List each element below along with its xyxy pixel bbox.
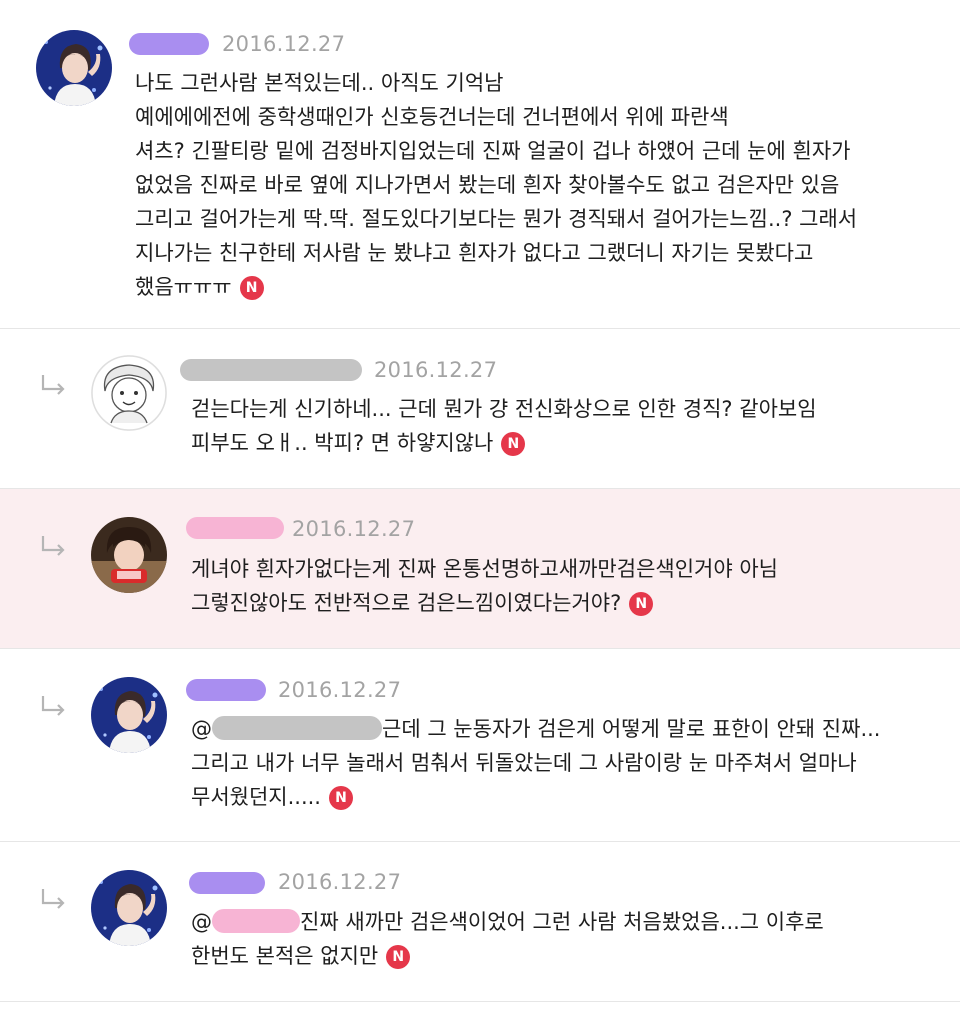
reply-item: 2016.12.27 @ 진짜 새까만 검은색이었어 그런 사람 처음봤었음...… (0, 842, 960, 1002)
reply-arrow-icon (40, 535, 68, 557)
new-badge-icon: N (328, 786, 353, 810)
reply-item: 2016.12.27 걷는다는게 신기하네... 근데 뭔가 걍 전신화상으로 … (0, 329, 960, 489)
comment-date: 2016.12.27 (374, 358, 498, 382)
reply-arrow-icon (40, 888, 68, 910)
avatar[interactable] (36, 30, 112, 106)
comment-line-last: 피부도 오ㅐ.. 박피? 면 하얗지않나 N (191, 426, 817, 460)
comment-line-last: 한번도 본적은 없지만 N (191, 939, 824, 973)
comment-date: 2016.12.27 (222, 32, 346, 56)
comment-line-text: 근데 그 눈동자가 검은게 어떻게 말로 표한이 안돼 진짜... (382, 717, 881, 741)
reply-item-highlighted: 2016.12.27 게녀야 흰자가없다는게 진짜 온통선명하고새까만검은색인거… (0, 489, 960, 649)
comment-item: 2016.12.27 나도 그런사람 본적있는데.. 아직도 기억남 예에에에전… (0, 0, 960, 329)
comment-body: 걷는다는게 신기하네... 근데 뭔가 걍 전신화상으로 인한 경직? 같아보임… (191, 392, 817, 460)
mention-redacted[interactable] (212, 909, 300, 933)
mention-redacted[interactable] (212, 716, 382, 740)
reply-arrow-icon (40, 695, 68, 717)
username-redacted[interactable] (186, 517, 284, 539)
comment-line-last: 했음ㅠㅠㅠ N (135, 270, 857, 304)
comment-body: 나도 그런사람 본적있는데.. 아직도 기억남 예에에에전에 중학생때인가 신호… (135, 66, 857, 304)
avatar[interactable] (91, 870, 167, 946)
reply-arrow-icon (40, 374, 68, 396)
comment-date: 2016.12.27 (278, 678, 402, 702)
mention-prefix: @ (191, 910, 212, 934)
mention-prefix: @ (191, 717, 212, 741)
comment-date: 2016.12.27 (292, 517, 416, 541)
comment-line: 그리고 내가 너무 놀래서 멈춰서 뒤돌았는데 그 사람이랑 눈 마주쳐서 얼마… (191, 751, 857, 775)
username-redacted[interactable] (189, 872, 265, 894)
comment-line-text: 무서웠던지..... (191, 785, 321, 809)
avatar[interactable] (91, 677, 167, 753)
comment-line: 지나가는 친구한테 저사람 눈 봤냐고 흰자가 없다고 그랬더니 자기는 못봤다… (135, 241, 814, 265)
comment-line-text: 피부도 오ㅐ.. 박피? 면 하얗지않나 (191, 431, 494, 455)
username-redacted[interactable] (129, 33, 209, 55)
username-redacted[interactable] (186, 679, 266, 701)
comment-line: 없었음 진짜로 바로 옆에 지나가면서 봤는데 흰자 찾아볼수도 없고 검은자만… (135, 173, 840, 197)
comment-line-with-mention: @ 진짜 새까만 검은색이었어 그런 사람 처음봤었음...그 이후로 (191, 905, 824, 939)
avatar[interactable] (91, 355, 167, 431)
comment-line: 게녀야 흰자가없다는게 진짜 온통선명하고새까만검은색인거야 아님 (191, 557, 778, 581)
comment-line: 나도 그런사람 본적있는데.. 아직도 기억남 (135, 71, 504, 95)
comment-line: 예에에에전에 중학생때인가 신호등건너는데 건너편에서 위에 파란색 (135, 105, 729, 129)
username-redacted[interactable] (180, 359, 362, 381)
comment-body: @ 진짜 새까만 검은색이었어 그런 사람 처음봤었음...그 이후로 한번도 본… (191, 905, 824, 973)
new-badge-icon: N (629, 592, 654, 616)
comment-body: 게녀야 흰자가없다는게 진짜 온통선명하고새까만검은색인거야 아님 그렇진않아도… (191, 552, 778, 620)
comment-line-last: 무서웠던지..... N (191, 780, 880, 814)
comment-line-text: 했음ㅠㅠㅠ (135, 275, 232, 299)
comment-line-text: 그렇진않아도 전반적으로 검은느낌이였다는거야? (191, 591, 622, 615)
comment-line: 그리고 걸어가는게 딱.딱. 절도있다기보다는 뭔가 경직돼서 걸어가는느낌..… (135, 207, 858, 231)
comment-line: 걷는다는게 신기하네... 근데 뭔가 걍 전신화상으로 인한 경직? 같아보임 (191, 397, 817, 421)
avatar[interactable] (91, 517, 167, 593)
comment-body: @ 근데 그 눈동자가 검은게 어떻게 말로 표한이 안돼 진짜... 그리고 내… (191, 712, 880, 814)
comment-line-text: 한번도 본적은 없지만 (191, 944, 379, 968)
comment-line-text: 진짜 새까만 검은색이었어 그런 사람 처음봤었음...그 이후로 (300, 910, 824, 934)
new-badge-icon: N (239, 276, 264, 300)
comment-line-last: 그렇진않아도 전반적으로 검은느낌이였다는거야? N (191, 586, 778, 620)
new-badge-icon: N (501, 432, 526, 456)
reply-item: 2016.12.27 @ 근데 그 눈동자가 검은게 어떻게 말로 표한이 안돼 … (0, 649, 960, 842)
comment-date: 2016.12.27 (278, 870, 402, 894)
comment-line: 셔츠? 긴팔티랑 밑에 검정바지입었는데 진짜 얼굴이 겁나 하얬어 근데 눈에… (135, 139, 851, 163)
comment-line-with-mention: @ 근데 그 눈동자가 검은게 어떻게 말로 표한이 안돼 진짜... (191, 712, 880, 746)
new-badge-icon: N (386, 945, 411, 969)
